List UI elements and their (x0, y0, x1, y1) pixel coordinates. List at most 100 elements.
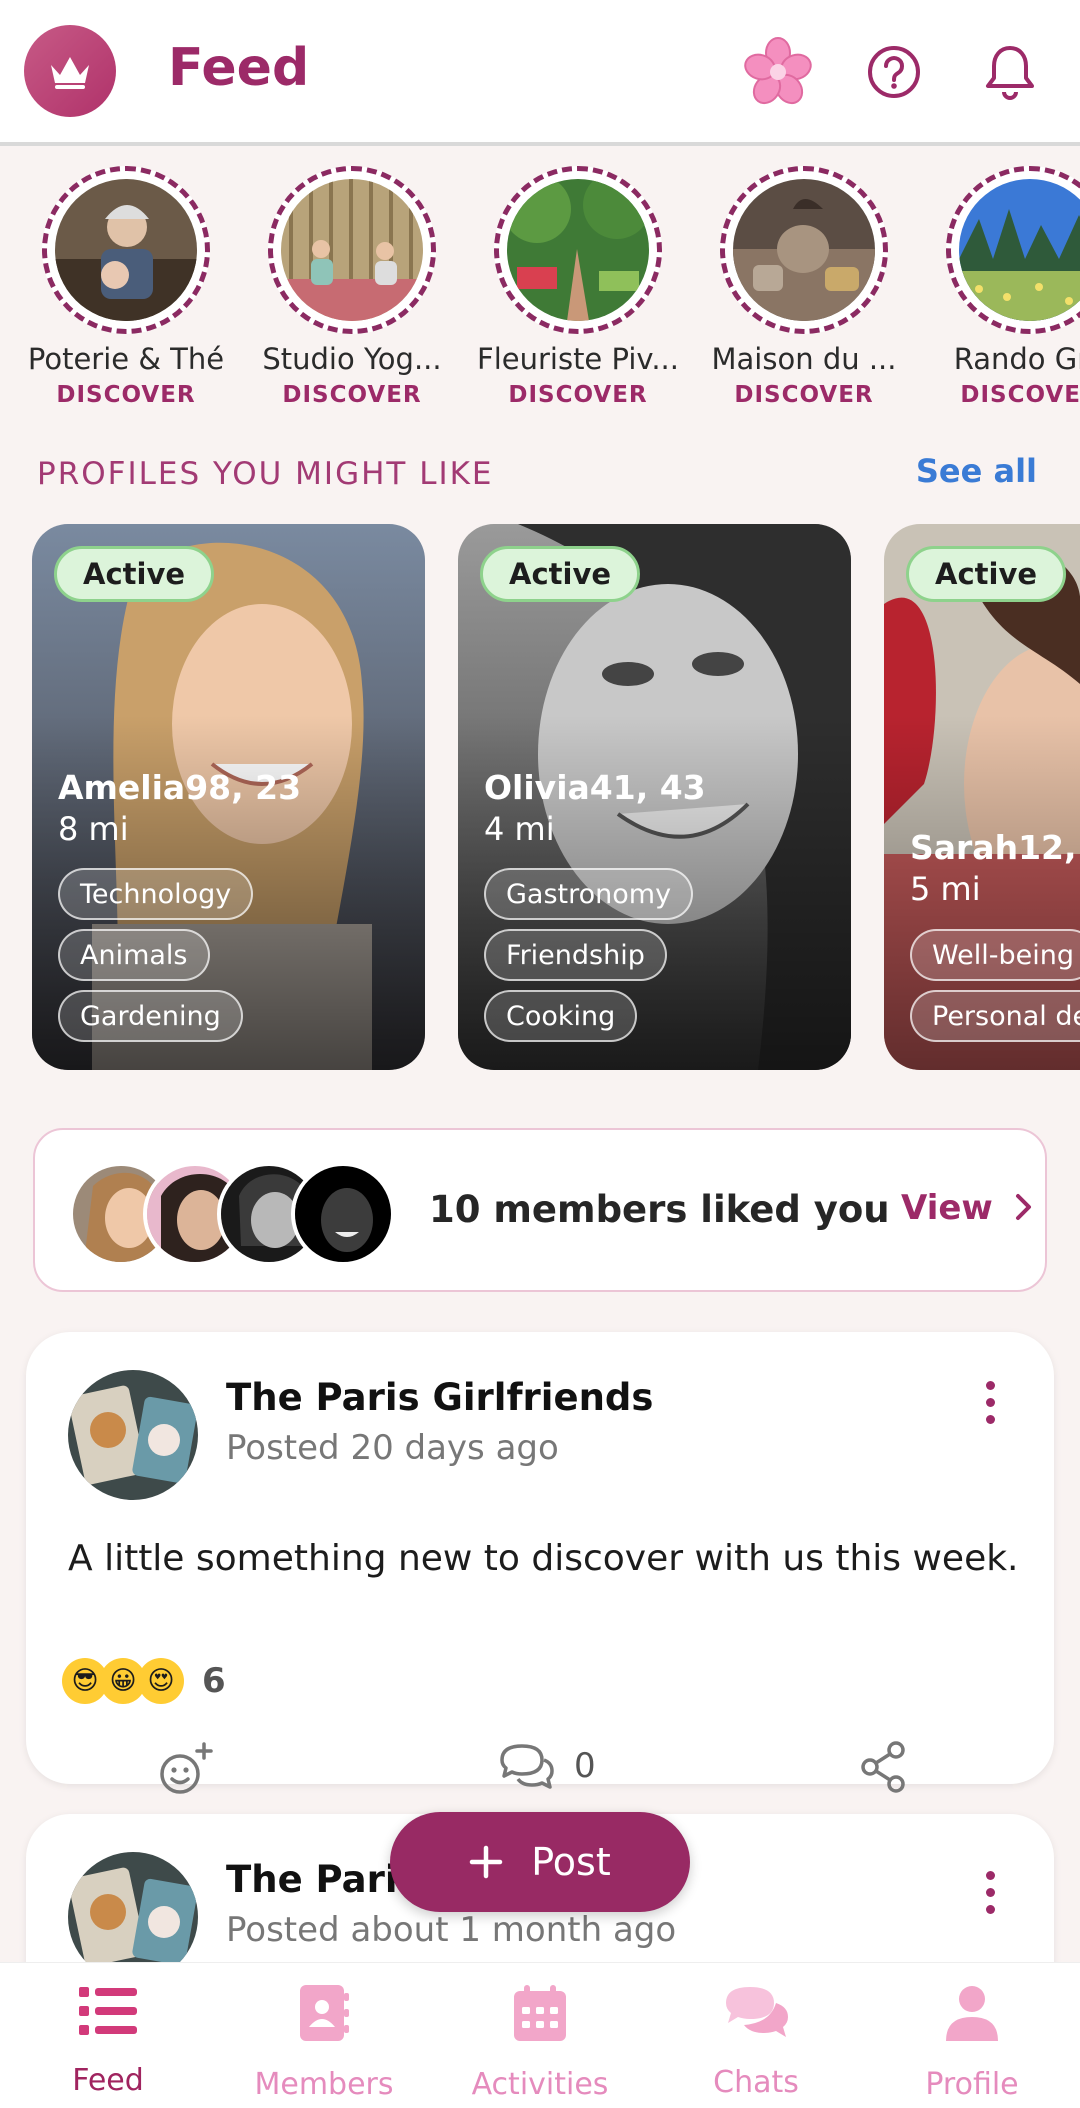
nav-label: Profile (925, 2067, 1019, 2102)
profile-card[interactable]: Active Olivia41, 43 4 mi Gastronomy Frie… (458, 524, 851, 1070)
interest-chip: Well-being (910, 929, 1080, 981)
flower-icon (744, 37, 812, 105)
nav-item-profile[interactable]: Profile (864, 1983, 1080, 2102)
crown-icon (51, 57, 89, 89)
active-badge: Active (480, 546, 641, 602)
help-button[interactable] (856, 34, 932, 110)
more-options-button[interactable] (970, 1862, 1010, 1922)
comments-button[interactable]: 0 (496, 1740, 596, 1792)
interest-chip: Animals (58, 929, 210, 981)
story-image (507, 179, 649, 321)
reaction-count: 6 (202, 1661, 226, 1701)
dot (985, 1414, 995, 1424)
dot (985, 1904, 995, 1914)
flower-button[interactable] (740, 34, 816, 110)
page-title: Feed (168, 38, 310, 98)
share-icon (861, 1741, 905, 1793)
interest-chip: Gastronomy (484, 868, 694, 920)
liked-you-banner[interactable]: 10 members liked you View (33, 1128, 1047, 1292)
chat-icon (726, 1987, 788, 2037)
help-icon (868, 46, 920, 98)
dot (985, 1870, 995, 1880)
story-name: Maison du ... (711, 342, 897, 376)
chevron-right-icon (1015, 1194, 1031, 1220)
see-all-link[interactable]: See all (916, 452, 1037, 490)
reactions-summary[interactable]: 😎 😀 😍 6 (62, 1658, 226, 1704)
nav-item-chats[interactable]: Chats (648, 1983, 864, 2100)
plus-icon (469, 1845, 503, 1879)
interest-chip: Technology (58, 868, 254, 920)
nav-item-activities[interactable]: Activities (432, 1983, 648, 2102)
notifications-button[interactable] (972, 34, 1048, 110)
story-item[interactable]: Maison du ... DISCOVER (694, 160, 914, 408)
story-item[interactable]: Rando Gro DISCOVER (920, 160, 1080, 408)
dot (985, 1380, 995, 1390)
view-likes-link[interactable]: View (901, 1188, 1035, 1228)
story-discover-link[interactable]: DISCOVER (468, 382, 688, 408)
story-image (959, 179, 1080, 321)
story-item[interactable]: Studio Yog... DISCOVER (242, 160, 462, 408)
story-name: Studio Yog... (262, 342, 442, 376)
story-image (281, 179, 423, 321)
post-body: A little something new to discover with … (68, 1538, 1019, 1579)
profile-name: Olivia41, 43 (484, 768, 706, 807)
story-item[interactable]: Poterie & Thé DISCOVER (16, 160, 236, 408)
story-avatar-ring (946, 166, 1080, 334)
nav-label: Members (254, 2067, 394, 2102)
bottom-navigation: Feed Members Activities Chats Profile (0, 1962, 1080, 2108)
story-discover-link[interactable]: DISCOVER (920, 382, 1080, 408)
new-post-label: Post (531, 1840, 611, 1884)
story-avatar-ring (494, 166, 662, 334)
profile-name: Amelia98, 23 (58, 768, 302, 807)
calendar-icon (514, 1985, 566, 2041)
comment-count: 0 (574, 1746, 596, 1786)
profile-name: Sarah12, 2 (910, 828, 1080, 867)
more-options-button[interactable] (970, 1372, 1010, 1432)
section-title: PROFILES YOU MIGHT LIKE (37, 456, 494, 492)
post-actions: 0 (26, 1730, 1054, 1810)
story-avatar-ring (720, 166, 888, 334)
profile-distance: 8 mi (58, 810, 129, 848)
premium-button[interactable] (24, 25, 116, 117)
heart-eyes-emoji-icon: 😍 (138, 1658, 184, 1704)
story-image (55, 179, 197, 321)
story-avatar-ring (42, 166, 210, 334)
bell-icon (986, 46, 1034, 100)
story-name: Rando Gro (953, 342, 1080, 376)
avatar (291, 1162, 395, 1266)
post-timestamp: Posted about 1 month ago (226, 1910, 677, 1950)
members-icon (300, 1985, 349, 2041)
add-reaction-button[interactable] (154, 1738, 218, 1806)
story-name: Fleuriste Piv... (477, 342, 679, 376)
story-name: Poterie & Thé (27, 342, 225, 376)
story-avatar-ring (268, 166, 436, 334)
nav-item-feed[interactable]: Feed (0, 1983, 216, 2098)
profile-card[interactable]: Active Amelia98, 23 8 mi Technology Anim… (32, 524, 425, 1070)
liked-count-text: 10 members liked you (429, 1188, 890, 1231)
new-post-button[interactable]: Post (390, 1812, 690, 1912)
story-discover-link[interactable]: DISCOVER (694, 382, 914, 408)
share-button[interactable] (858, 1740, 908, 1798)
post-author-avatar[interactable] (68, 1370, 198, 1500)
post-timestamp: Posted 20 days ago (226, 1428, 559, 1468)
nav-label: Feed (72, 2063, 144, 2098)
interest-chip: Cooking (484, 990, 638, 1042)
dot (985, 1397, 995, 1407)
nav-item-members[interactable]: Members (216, 1983, 432, 2102)
nav-label: Activities (471, 2067, 609, 2102)
post-author[interactable]: The Paris Girlfriends (226, 1376, 653, 1419)
post-card: The Paris Girlfriends Posted 20 days ago… (26, 1332, 1054, 1794)
app-header: Feed (0, 0, 1080, 146)
story-item[interactable]: Fleuriste Piv... DISCOVER (468, 160, 688, 408)
comment-icon (500, 1744, 554, 1789)
story-discover-link[interactable]: DISCOVER (242, 382, 462, 408)
interest-chip: Personal de (910, 990, 1080, 1042)
profile-card[interactable]: Active Sarah12, 2 5 mi Well-being Person… (884, 524, 1080, 1070)
profile-distance: 4 mi (484, 810, 555, 848)
dot (985, 1887, 995, 1897)
active-badge: Active (54, 546, 215, 602)
story-discover-link[interactable]: DISCOVER (16, 382, 236, 408)
interest-chip: Friendship (484, 929, 667, 981)
story-image (733, 179, 875, 321)
view-label: View (901, 1188, 993, 1228)
